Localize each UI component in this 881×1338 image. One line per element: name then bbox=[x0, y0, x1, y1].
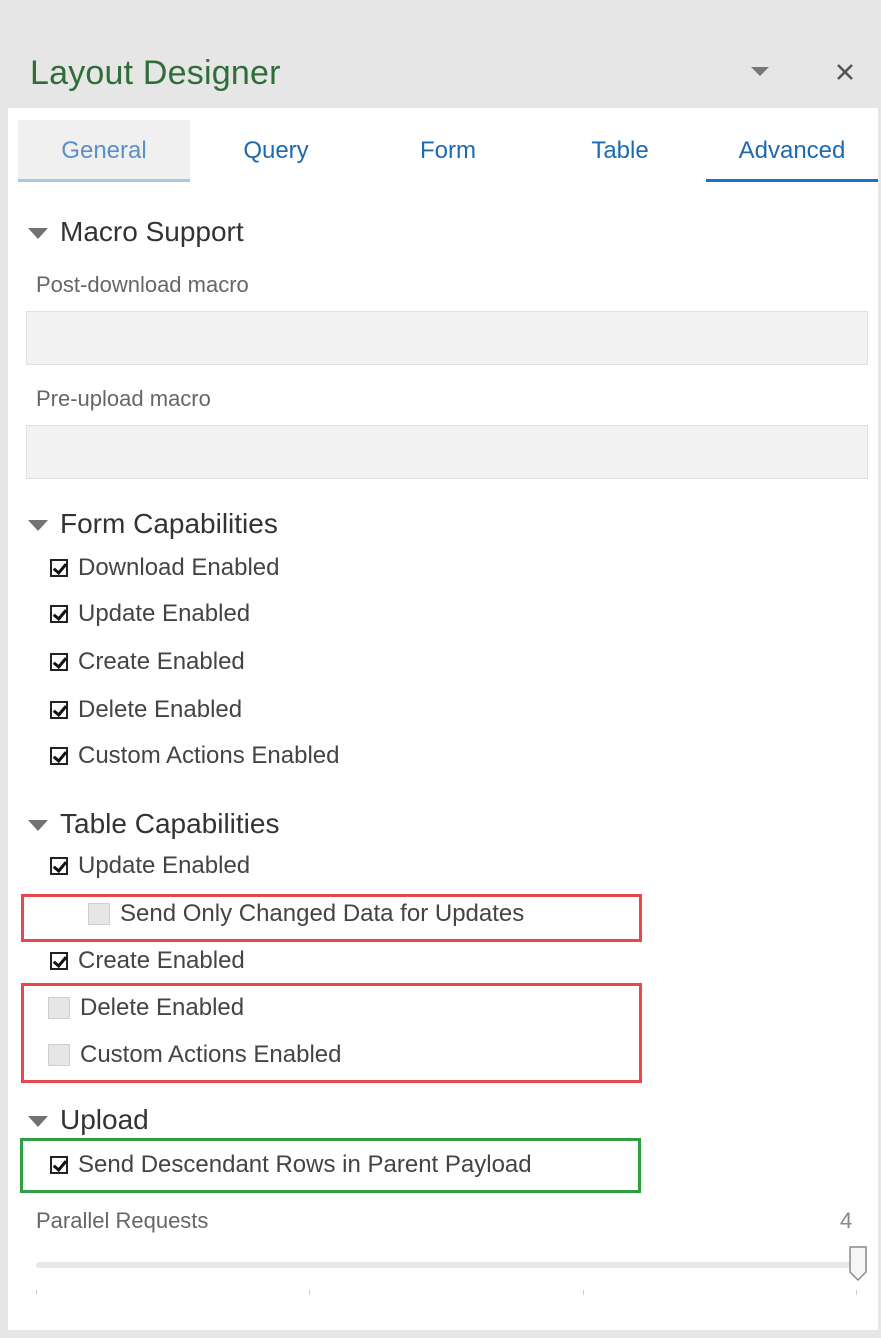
parallel-requests-value: 4 bbox=[840, 1208, 853, 1233]
checkbox-icon bbox=[50, 857, 68, 875]
section-upload[interactable]: Upload bbox=[28, 1104, 149, 1136]
tab-label: Advanced bbox=[738, 137, 846, 164]
checkbox-icon bbox=[50, 653, 68, 671]
table-update-enabled-checkbox[interactable]: Update Enabled bbox=[50, 852, 250, 880]
checkbox-label: Delete Enabled bbox=[80, 994, 245, 1021]
table-delete-enabled-checkbox[interactable]: Delete Enabled bbox=[48, 994, 244, 1022]
checkbox-label: Update Enabled bbox=[78, 600, 251, 627]
pane-title: Layout Designer bbox=[30, 54, 281, 92]
tab-advanced[interactable]: Advanced bbox=[706, 120, 878, 182]
section-heading: Form Capabilities bbox=[60, 508, 278, 539]
checkbox-label: Update Enabled bbox=[78, 852, 251, 879]
checkbox-icon bbox=[48, 997, 70, 1019]
slider-tick bbox=[856, 1290, 857, 1295]
send-only-changed-data-checkbox[interactable]: Send Only Changed Data for Updates bbox=[88, 900, 524, 928]
section-form-capabilities[interactable]: Form Capabilities bbox=[28, 508, 278, 540]
section-heading: Upload bbox=[60, 1104, 149, 1135]
section-heading: Table Capabilities bbox=[60, 808, 280, 839]
section-table-capabilities[interactable]: Table Capabilities bbox=[28, 808, 279, 840]
checkbox-label: Custom Actions Enabled bbox=[80, 1041, 342, 1068]
form-custom-actions-enabled-checkbox[interactable]: Custom Actions Enabled bbox=[50, 742, 339, 770]
tab-bar: General Query Form Table Advanced bbox=[8, 108, 878, 184]
checkbox-label: Create Enabled bbox=[78, 947, 245, 974]
tab-label: Form bbox=[420, 137, 476, 164]
post-download-macro-label: Post-download macro bbox=[36, 272, 249, 297]
slider-tick bbox=[36, 1290, 37, 1295]
parallel-requests-slider[interactable] bbox=[36, 1262, 858, 1268]
checkbox-icon bbox=[50, 605, 68, 623]
tab-general[interactable]: General bbox=[18, 120, 190, 182]
pre-upload-macro-input[interactable] bbox=[26, 425, 868, 479]
pane-body: General Query Form Table Advanced Macro … bbox=[8, 108, 878, 1330]
slider-tick bbox=[583, 1290, 584, 1295]
tab-label: Query bbox=[243, 137, 309, 164]
tab-label: General bbox=[61, 137, 147, 164]
slider-thumb-icon bbox=[849, 1246, 867, 1282]
checkbox-icon bbox=[50, 1156, 68, 1174]
post-download-macro-input[interactable] bbox=[26, 311, 868, 365]
section-macro-support[interactable]: Macro Support bbox=[28, 216, 244, 248]
checkbox-label: Download Enabled bbox=[78, 554, 280, 581]
checkbox-label: Send Only Changed Data for Updates bbox=[120, 900, 525, 927]
layout-designer-pane: Layout Designer General Query Form Table… bbox=[8, 0, 881, 1338]
checkbox-icon bbox=[88, 903, 110, 925]
form-download-enabled-checkbox[interactable]: Download Enabled bbox=[50, 554, 279, 582]
tab-query[interactable]: Query bbox=[190, 120, 362, 182]
pre-upload-macro-label: Pre-upload macro bbox=[36, 386, 211, 411]
parallel-requests-label: Parallel Requests bbox=[36, 1208, 209, 1233]
collapse-triangle-icon bbox=[28, 519, 48, 531]
checkbox-label: Delete Enabled bbox=[78, 696, 243, 723]
close-button[interactable] bbox=[828, 55, 862, 89]
checkbox-icon bbox=[50, 559, 68, 577]
tab-label: Table bbox=[591, 137, 649, 164]
table-create-enabled-checkbox[interactable]: Create Enabled bbox=[50, 947, 245, 975]
collapse-triangle-icon bbox=[28, 227, 48, 239]
send-descendant-rows-checkbox[interactable]: Send Descendant Rows in Parent Payload bbox=[50, 1151, 532, 1179]
pane-header: Layout Designer bbox=[8, 0, 881, 108]
checkbox-icon bbox=[50, 747, 68, 765]
form-create-enabled-checkbox[interactable]: Create Enabled bbox=[50, 648, 245, 676]
chevron-down-icon bbox=[751, 67, 769, 76]
checkbox-icon bbox=[48, 1044, 70, 1066]
collapse-triangle-icon bbox=[28, 819, 48, 831]
close-icon bbox=[837, 64, 853, 80]
form-update-enabled-checkbox[interactable]: Update Enabled bbox=[50, 600, 250, 628]
table-custom-actions-enabled-checkbox[interactable]: Custom Actions Enabled bbox=[48, 1041, 341, 1069]
checkbox-label: Create Enabled bbox=[78, 648, 245, 675]
tab-table[interactable]: Table bbox=[534, 120, 706, 182]
checkbox-icon bbox=[50, 952, 68, 970]
pane-options-button[interactable] bbox=[743, 55, 777, 89]
checkbox-icon bbox=[50, 701, 68, 719]
slider-tick bbox=[309, 1290, 310, 1295]
section-heading: Macro Support bbox=[60, 216, 244, 247]
slider-thumb[interactable] bbox=[848, 1246, 868, 1287]
tab-form[interactable]: Form bbox=[362, 120, 534, 182]
form-delete-enabled-checkbox[interactable]: Delete Enabled bbox=[50, 696, 242, 724]
checkbox-label: Custom Actions Enabled bbox=[78, 742, 340, 769]
collapse-triangle-icon bbox=[28, 1115, 48, 1127]
checkbox-label: Send Descendant Rows in Parent Payload bbox=[78, 1151, 532, 1178]
